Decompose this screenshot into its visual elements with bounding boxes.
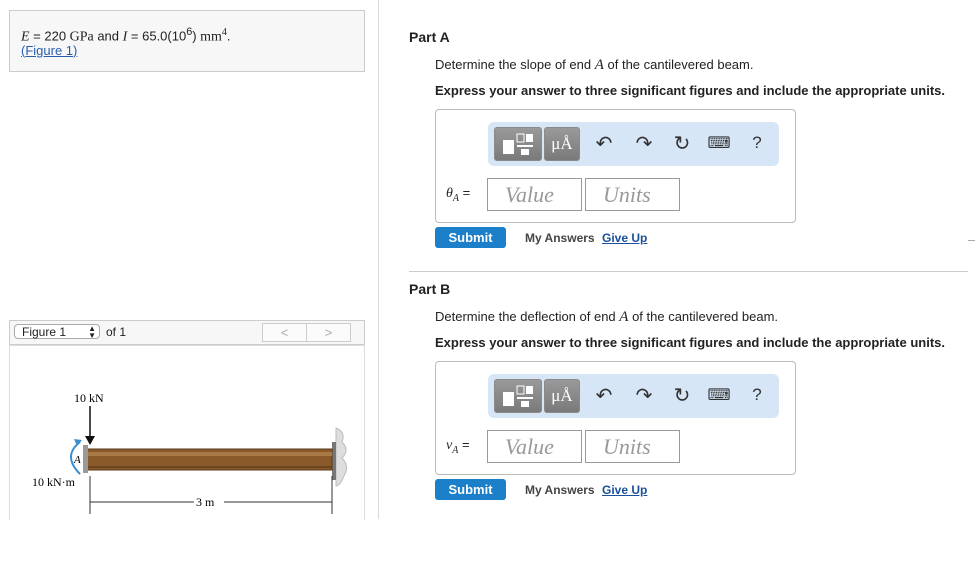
select-arrows-icon: ▲ ▼ <box>88 324 96 340</box>
part-a-instruction: Express your answer to three significant… <box>435 83 945 98</box>
part-a-answer-box: μÅ ↶ ↷ ↻ ⌨ ? θA = Value Units <box>435 109 796 223</box>
undo-icon[interactable]: ↶ <box>592 383 616 408</box>
units-input[interactable]: Units <box>585 430 680 463</box>
given-data-box: E = 220 GPa and I = 65.0(106) mm4. (Figu… <box>9 10 365 72</box>
submit-button[interactable]: Submit <box>435 479 506 500</box>
left-panel: E = 220 GPa and I = 65.0(106) mm4. (Figu… <box>0 0 379 520</box>
length-label: 3 m <box>196 495 215 509</box>
figure-navigation-bar: Figure 1 ▲ ▼ of 1 < > <box>9 320 365 345</box>
give-up-link[interactable]: Give Up <box>602 483 647 497</box>
part-b-question: Determine the deflection of end A of the… <box>435 309 779 325</box>
reset-icon[interactable]: ↻ <box>670 383 694 408</box>
units-input[interactable]: Units <box>585 178 680 211</box>
figure-count: of 1 <box>106 325 127 339</box>
part-divider <box>409 271 968 272</box>
math-toolbar: μÅ ↶ ↷ ↻ ⌨ ? <box>488 122 779 166</box>
templates-button[interactable] <box>494 379 542 413</box>
figure-select[interactable]: Figure 1 ▲ ▼ <box>14 324 100 340</box>
part-b-answer-box: μÅ ↶ ↷ ↻ ⌨ ? vA = Value Units <box>435 361 796 475</box>
edge-marker <box>968 240 975 241</box>
part-a-question: Determine the slope of end A of the cant… <box>435 57 754 73</box>
prev-figure-button[interactable]: < <box>262 323 307 342</box>
part-b-title: Part B <box>409 281 451 297</box>
give-up-link[interactable]: Give Up <box>602 231 647 245</box>
my-answers-link[interactable]: My Answers <box>525 231 595 245</box>
units-button[interactable]: μÅ <box>544 379 580 413</box>
right-panel: Part A Determine the slope of end A of t… <box>379 0 975 563</box>
value-input[interactable]: Value <box>487 178 582 211</box>
submit-button[interactable]: Submit <box>435 227 506 248</box>
units-button[interactable]: μÅ <box>544 127 580 161</box>
value-input[interactable]: Value <box>487 430 582 463</box>
my-answers-link[interactable]: My Answers <box>525 483 595 497</box>
v-a-label: vA = <box>446 437 470 456</box>
redo-icon[interactable]: ↷ <box>632 383 656 408</box>
undo-icon[interactable]: ↶ <box>592 131 616 156</box>
help-button[interactable]: ? <box>745 385 769 405</box>
fixed-wall <box>332 427 348 487</box>
load-label: 10 kN <box>74 391 104 405</box>
math-toolbar: μÅ ↶ ↷ ↻ ⌨ ? <box>488 374 779 418</box>
beam-diagram: 10 kN A 10 kN·m 3 m <box>32 391 348 514</box>
templates-icon <box>503 133 533 155</box>
redo-icon[interactable]: ↷ <box>632 131 656 156</box>
keyboard-icon[interactable]: ⌨ <box>707 385 731 405</box>
templates-icon <box>503 385 533 407</box>
part-b-instruction: Express your answer to three significant… <box>435 335 945 350</box>
theta-a-label: θA = <box>446 185 471 204</box>
help-button[interactable]: ? <box>745 133 769 153</box>
next-figure-button[interactable]: > <box>306 323 351 342</box>
keyboard-icon[interactable]: ⌨ <box>707 133 731 153</box>
figure-link[interactable]: (Figure 1) <box>21 43 77 58</box>
reset-icon[interactable]: ↻ <box>670 131 694 156</box>
point-a-label: A <box>73 454 81 466</box>
templates-button[interactable] <box>494 127 542 161</box>
moment-label: 10 kN·m <box>32 475 76 489</box>
part-a-title: Part A <box>409 29 450 45</box>
figure-canvas: 10 kN A 10 kN·m 3 m <box>9 345 365 520</box>
